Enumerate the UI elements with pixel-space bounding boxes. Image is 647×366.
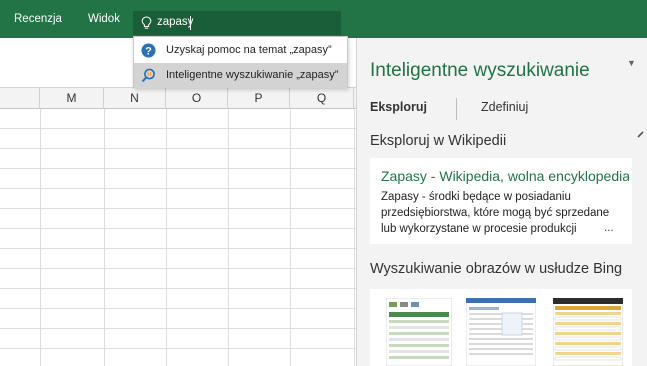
tell-me-box[interactable]: zapasy [133, 11, 341, 35]
snippet-line: Zapasy - środki będące w posiadaniu [381, 191, 571, 203]
image-thumbnail[interactable] [466, 298, 536, 366]
column-header-Q[interactable]: Q [290, 88, 354, 109]
column-headers: M N O P Q [0, 88, 356, 109]
grid-row-line [0, 128, 356, 129]
more-ellipsis[interactable]: ... [604, 222, 614, 234]
bing-images-section-heading: Wyszukiwanie obrazów w usłudze Bing [370, 261, 623, 277]
column-header-P[interactable]: P [228, 88, 290, 109]
grid-row-line [0, 228, 356, 229]
tell-me-dropdown: ? Uzyskaj pomoc na temat „zapasy” Inteli… [133, 36, 348, 88]
help-icon: ? [141, 43, 156, 58]
dropdown-item-help[interactable]: ? Uzyskaj pomoc na temat „zapasy” [134, 38, 347, 63]
column-header-O[interactable]: O [166, 88, 228, 109]
tab-divider [456, 98, 457, 120]
column-header-M[interactable]: M [40, 88, 104, 109]
svg-text:?: ? [145, 46, 152, 58]
wikipedia-result-card[interactable]: Zapasy - Wikipedia, wolna encyklopedia Z… [370, 158, 632, 244]
column-header-L[interactable] [0, 88, 40, 109]
grid-row-line [0, 148, 356, 149]
grid-row-line [0, 308, 356, 309]
grid-row-line [0, 328, 356, 329]
smart-lookup-pane: Inteligentne wyszukiwanie ▼ Eksploruj Zd… [356, 38, 647, 366]
pane-options-chevron-icon[interactable]: ▼ [627, 58, 636, 68]
grid-row-line [0, 268, 356, 269]
tab-recenzja[interactable]: Recenzja [14, 13, 62, 25]
grid-row-line [0, 188, 356, 189]
snippet-line: lub wykorzystane w procesie produkcji [381, 223, 577, 235]
cell-grid[interactable] [0, 109, 356, 366]
snippet-line: przedsiębiorstwa, które mogą być sprzeda… [381, 207, 610, 219]
dropdown-item-help-label: Uzyskaj pomoc na temat „zapasy” [166, 44, 332, 56]
wikipedia-section-heading: Eksploruj w Wikipedii [370, 133, 507, 149]
image-results [370, 289, 632, 366]
result-snippet: Zapasy - środki będące w posiadaniu prze… [381, 189, 631, 237]
tab-eksploruj[interactable]: Eksploruj [370, 100, 427, 114]
tab-widok[interactable]: Widok [88, 13, 120, 25]
smart-lookup-icon [141, 68, 155, 83]
scroll-up-icon[interactable] [636, 128, 647, 140]
grid-row-line [0, 168, 356, 169]
tab-zdefiniuj[interactable]: Zdefiniuj [481, 100, 528, 114]
grid-row-line [0, 248, 356, 249]
dropdown-item-smart-lookup[interactable]: Inteligentne wyszukiwanie „zapasy” [134, 63, 347, 88]
result-title-link[interactable]: Zapasy - Wikipedia, wolna encyklopedia [381, 168, 629, 184]
ribbon-tab-bar: Recenzja Widok zapasy [0, 0, 647, 38]
grid-row-line [0, 288, 356, 289]
grid-row-line [0, 348, 356, 349]
image-thumbnail[interactable] [553, 298, 623, 366]
column-header-N[interactable]: N [104, 88, 166, 109]
image-thumbnail[interactable] [386, 298, 452, 366]
tell-me-input[interactable]: zapasy [157, 16, 193, 28]
pane-title: Inteligentne wyszukiwanie [370, 60, 590, 81]
text-caret [190, 16, 191, 30]
lightbulb-icon [141, 16, 152, 29]
dropdown-item-smart-lookup-label: Inteligentne wyszukiwanie „zapasy” [166, 69, 339, 81]
grid-row-line [0, 208, 356, 209]
